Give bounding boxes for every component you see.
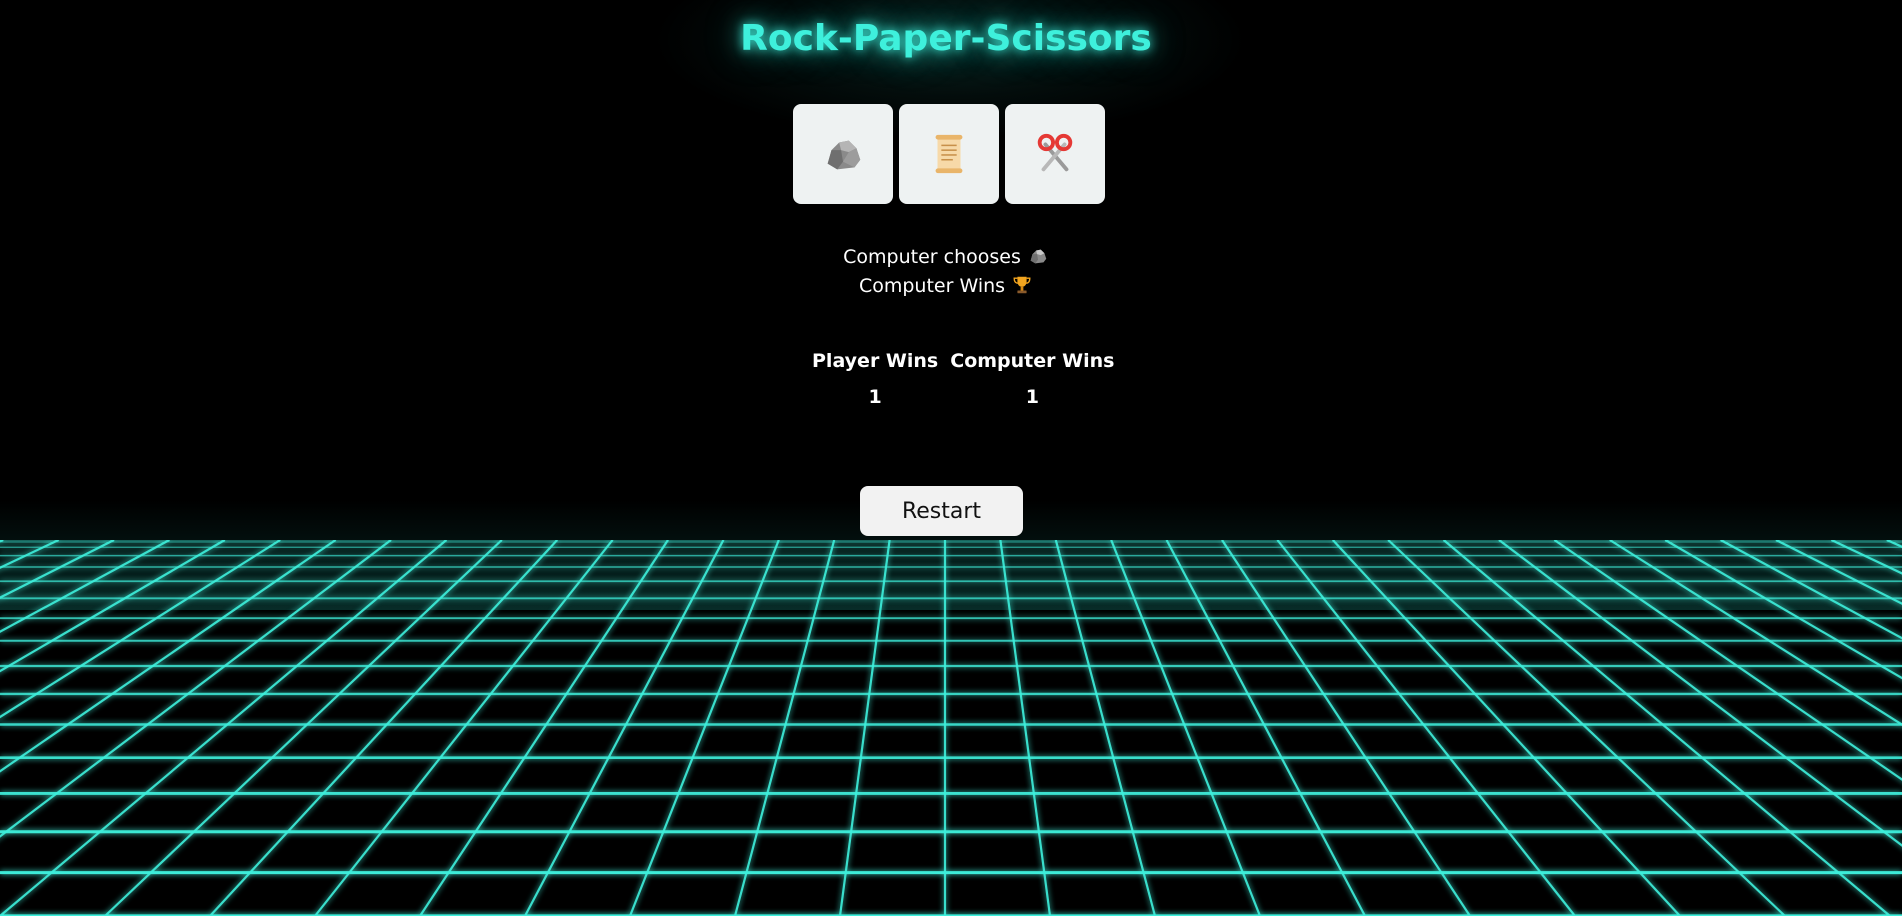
computer-wins-header: Computer Wins <box>950 350 1115 372</box>
choice-buttons <box>793 104 1105 204</box>
outcome-text: Computer Wins <box>0 274 1892 297</box>
computer-choice-text: Computer chooses <box>0 245 1892 268</box>
rock-button[interactable] <box>793 104 893 204</box>
rock-icon <box>827 140 861 170</box>
player-wins-value: 1 <box>868 386 882 408</box>
outcome-label: Computer Wins <box>858 275 1006 297</box>
rock-icon <box>1030 249 1047 264</box>
scissors-button[interactable] <box>1005 104 1105 204</box>
game-screen: Rock-Paper-Scissors Computer chooses Com… <box>0 0 1902 916</box>
computer-choice-label: Computer chooses <box>843 246 1021 268</box>
player-wins-header: Player Wins <box>812 350 939 372</box>
restart-button[interactable]: Restart <box>860 486 1023 536</box>
scroll-icon <box>935 134 963 174</box>
scissors-icon <box>1037 133 1073 172</box>
trophy-icon <box>1013 276 1031 294</box>
neon-grid-floor <box>0 540 1902 916</box>
paper-button[interactable] <box>899 104 999 204</box>
computer-wins-value: 1 <box>1025 386 1039 408</box>
page-title: Rock-Paper-Scissors <box>740 18 1152 59</box>
score-table: Player Wins Computer Wins 1 1 <box>806 348 1120 412</box>
